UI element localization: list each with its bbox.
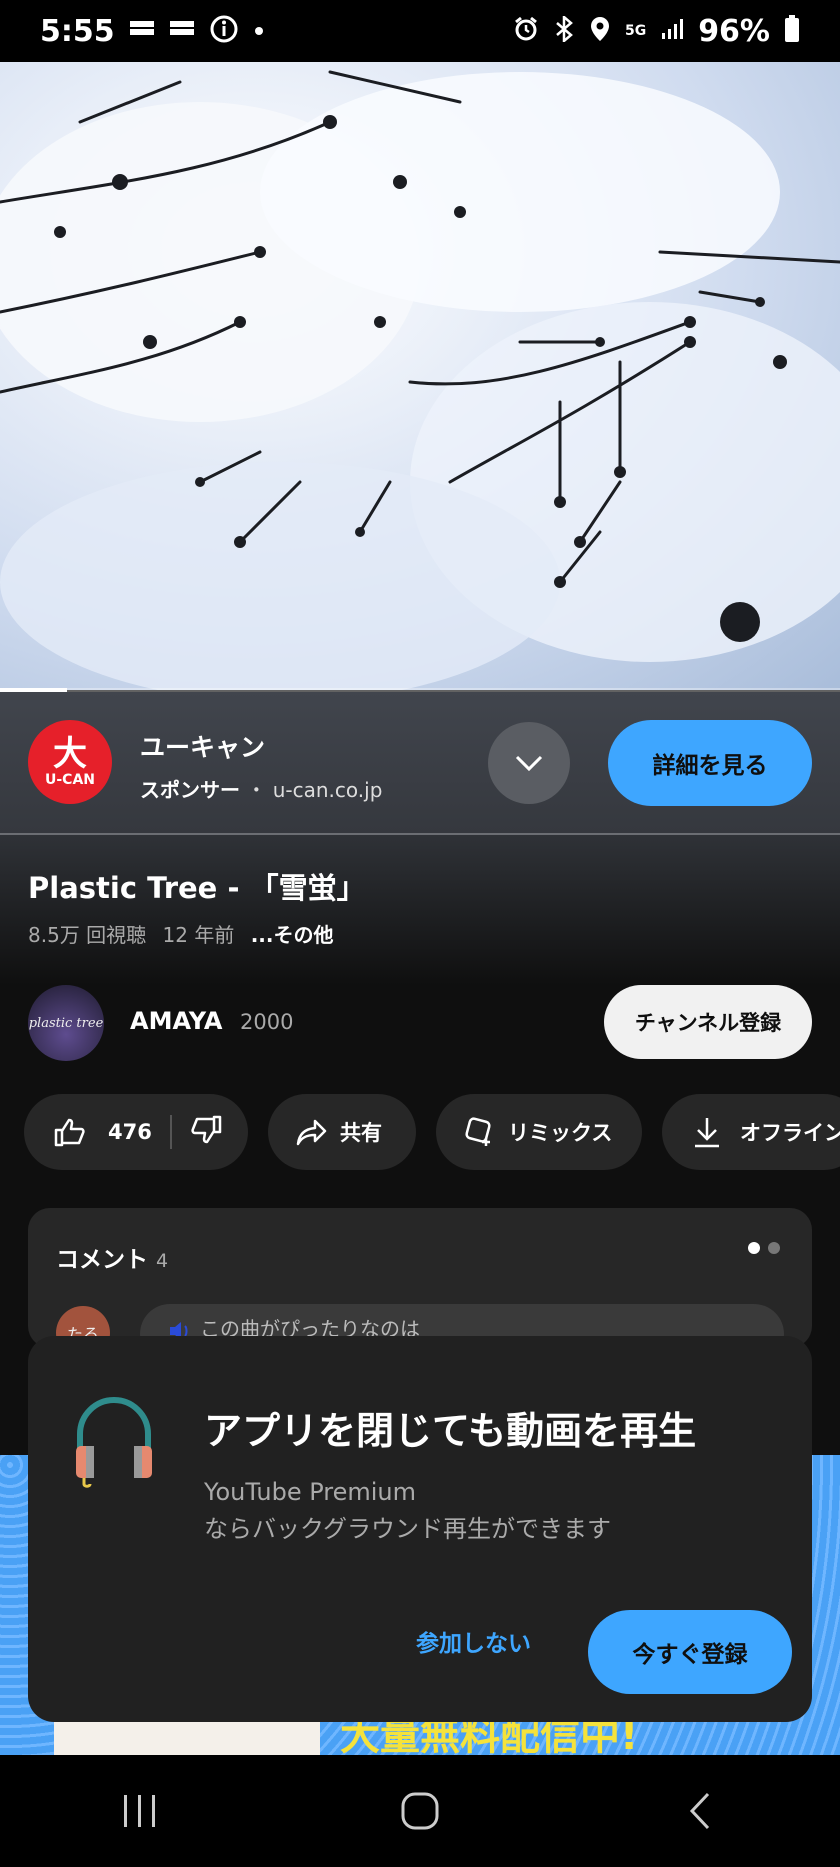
status-bar: 5:55 5G 96% (0, 0, 840, 62)
status-time: 5:55 (40, 13, 115, 49)
system-nav-bar (0, 1755, 840, 1867)
home-button[interactable] (380, 1771, 460, 1851)
comments-card[interactable]: コメント 4 たる この曲がぴったりなのは (28, 1208, 812, 1348)
like-count: 476 (108, 1120, 152, 1144)
battery-percent: 96% (698, 13, 770, 49)
advertiser-logo[interactable]: 大 U-CAN (28, 720, 112, 804)
comments-heading: コメント 4 (56, 1240, 168, 1274)
sponsor-separator: ・ (246, 778, 267, 802)
chevron-down-icon (515, 755, 543, 772)
back-icon (689, 1792, 710, 1830)
channel-row: plastic tree AMAYA 2000 チャンネル登録 (0, 985, 840, 1085)
recent-apps-icon (124, 1795, 155, 1827)
advertiser-logo-glyph: 大 (53, 734, 87, 774)
subscribe-button[interactable]: チャンネル登録 (604, 985, 812, 1059)
dislike-button[interactable] (190, 1115, 222, 1150)
home-icon (401, 1792, 439, 1830)
remix-icon (465, 1117, 491, 1146)
video-frame-snow-branches (0, 70, 840, 690)
thumbs-down-icon (191, 1115, 222, 1143)
channel-name[interactable]: AMAYA (130, 1007, 222, 1035)
dot-icon (253, 22, 265, 41)
video-meta: 8.5万 回視聴 12 年前 ...その他 (28, 919, 334, 948)
alarm-icon (513, 16, 539, 46)
info-icon (209, 14, 239, 48)
location-icon (589, 16, 611, 46)
ad-expand-button[interactable] (488, 722, 570, 804)
subscriber-count: 2000 (240, 1010, 294, 1034)
advertiser-name[interactable]: ユーキャン (140, 728, 265, 764)
channel-avatar-text: plastic tree (28, 1015, 104, 1031)
recent-apps-button[interactable] (100, 1771, 180, 1851)
upload-age: 12 年前 (162, 923, 235, 947)
dialog-body-line2: ならバックグラウンド再生ができます (204, 1515, 612, 1543)
more-link[interactable]: ...その他 (251, 923, 334, 947)
dialog-body-line1: YouTube Premium (204, 1478, 417, 1506)
advertiser-logo-text: U-CAN (44, 772, 95, 788)
ad-sponsor-line: スポンサー ・ u-can.co.jp (140, 774, 382, 803)
download-button[interactable]: オフライン (662, 1094, 840, 1170)
remix-label: リミックス (508, 1121, 613, 1145)
dialog-body: YouTube Premium ならバックグラウンド再生ができます (204, 1474, 611, 1548)
bluetooth-icon (553, 14, 575, 46)
divider (169, 1115, 172, 1149)
headphones-icon (72, 1396, 156, 1492)
sponsor-label: スポンサー (140, 778, 240, 802)
signal-icon (660, 17, 684, 45)
download-label: オフライン (740, 1121, 840, 1145)
comments-title: コメント (56, 1247, 148, 1273)
notification-icon (129, 18, 155, 44)
remix-button[interactable]: リミックス (436, 1094, 642, 1170)
comments-count: 4 (156, 1250, 169, 1272)
back-button[interactable] (660, 1771, 740, 1851)
like-dislike-pill: 476 (24, 1094, 248, 1170)
share-icon (296, 1119, 327, 1146)
channel-avatar[interactable]: plastic tree (28, 985, 104, 1061)
battery-icon (784, 15, 800, 47)
ad-details-button[interactable]: 詳細を見る (608, 720, 812, 806)
action-bar: 476 共有 リミックス オフライン (0, 1094, 840, 1172)
join-now-button[interactable]: 今すぐ登録 (588, 1610, 792, 1694)
premium-promo-dialog: アプリを閉じても動画を再生 YouTube Premium ならバックグラウンド… (28, 1336, 812, 1722)
like-button[interactable]: 476 (54, 1117, 152, 1147)
ad-domain: u-can.co.jp (272, 778, 383, 802)
video-title: Plastic Tree - 「雪蛍」 (28, 871, 366, 905)
share-label: 共有 (340, 1121, 382, 1145)
comments-pager (748, 1242, 780, 1254)
view-count: 8.5万 回視聴 (28, 923, 147, 947)
video-player[interactable] (0, 62, 840, 690)
decline-button[interactable]: 参加しない (416, 1624, 531, 1658)
notification-icon (169, 18, 195, 44)
thumbs-up-icon (54, 1118, 85, 1147)
network-label: 5G (624, 23, 647, 39)
dialog-title: アプリを閉じても動画を再生 (204, 1409, 697, 1453)
ad-panel: 大 U-CAN ユーキャン スポンサー ・ u-can.co.jp 詳細を見る (0, 692, 840, 834)
share-button[interactable]: 共有 (268, 1094, 416, 1170)
download-icon (695, 1118, 719, 1148)
video-info[interactable]: Plastic Tree - 「雪蛍」 8.5万 回視聴 12 年前 ...その… (0, 835, 840, 985)
